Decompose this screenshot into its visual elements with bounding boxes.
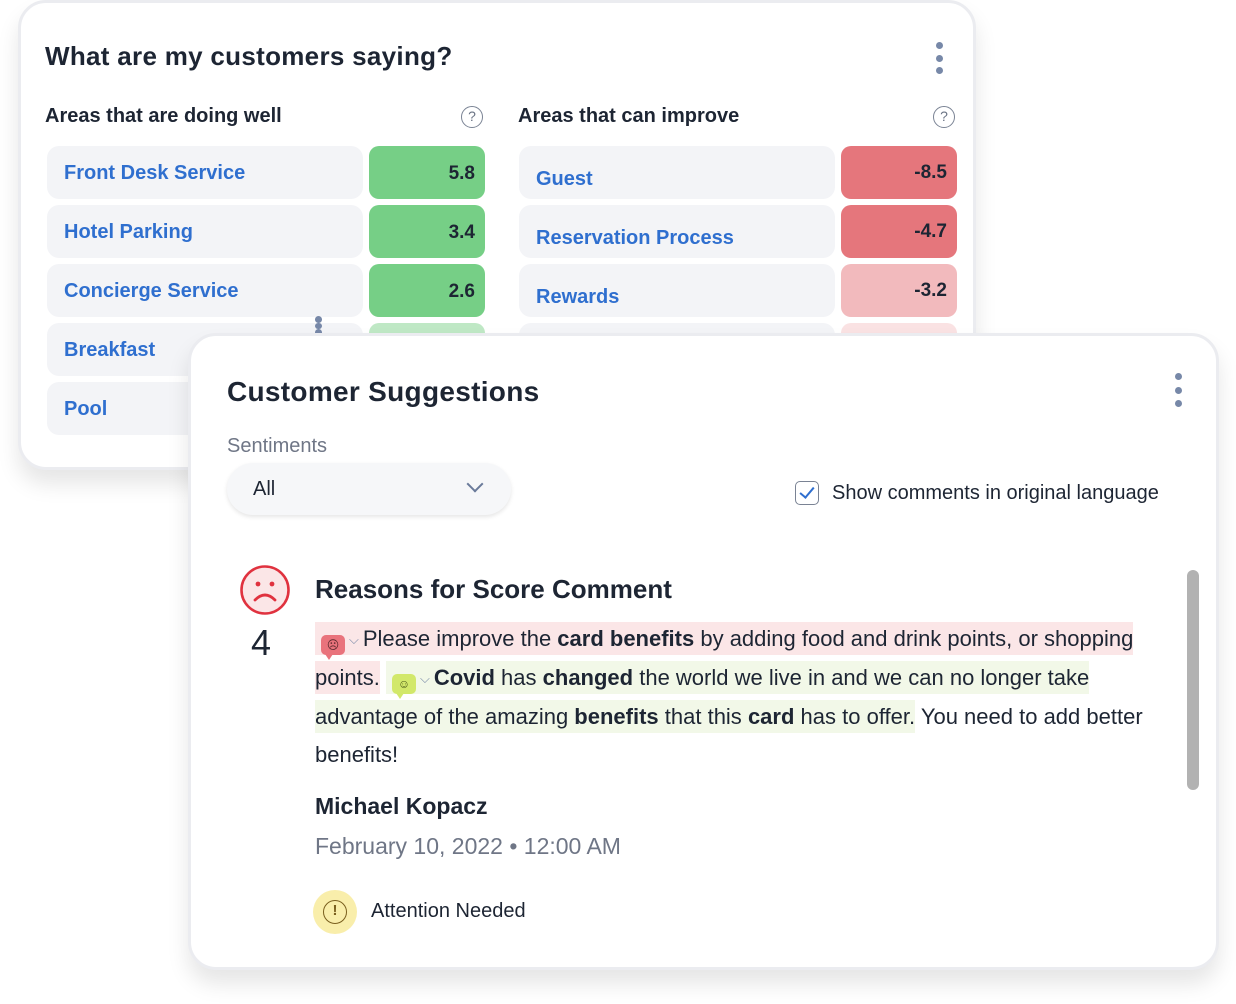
suggestions-title: Customer Suggestions (227, 376, 540, 407)
sentiments-dropdown[interactable]: All (227, 463, 511, 515)
list-item[interactable]: Concierge Service 2.6 (47, 264, 485, 317)
can-improve-help-icon[interactable]: ? (933, 106, 955, 128)
list-item[interactable]: Rewards -3.2 (519, 264, 957, 317)
attention-warning-icon: ! (313, 890, 357, 934)
list-item[interactable]: Reservation Process -4.7 (519, 205, 957, 258)
comment-date: February 10, 2022 • 12:00 AM (315, 833, 621, 859)
show-original-language-label: Show comments in original language (832, 481, 1159, 504)
insights-title: What are my customers saying? (45, 41, 453, 71)
scrollbar[interactable] (1187, 570, 1199, 790)
area-name[interactable]: Guest (536, 168, 593, 191)
chevron-down-icon (466, 475, 484, 493)
positive-sentiment-icon[interactable]: ☺ (391, 674, 416, 699)
area-name[interactable]: Breakfast (64, 339, 155, 362)
suggestions-card: Customer Suggestions Sentiments All Show… (188, 333, 1219, 970)
area-name[interactable]: Reservation Process (536, 227, 734, 250)
list-item[interactable]: Hotel Parking 3.4 (47, 205, 485, 258)
sad-face-icon (240, 565, 290, 615)
comment-title: Reasons for Score Comment (315, 574, 672, 604)
area-score: 2.6 (369, 264, 485, 317)
comment-score: 4 (251, 622, 272, 663)
area-name[interactable]: Pool (64, 398, 107, 421)
doing-well-help-icon[interactable]: ? (461, 106, 483, 128)
suggestions-more-menu-icon[interactable] (1168, 373, 1188, 407)
sentiments-value: All (253, 478, 276, 500)
sentiments-label: Sentiments (227, 435, 328, 457)
can-improve-heading: Areas that can improve (518, 105, 740, 127)
list-item[interactable]: Guest -8.5 (519, 146, 957, 199)
chevron-down-icon[interactable]: ⌵ (349, 621, 359, 659)
checkbox-checked-icon[interactable] (795, 481, 819, 505)
comment-author: Michael Kopacz (315, 793, 488, 819)
status-badge: Attention Needed (371, 900, 526, 922)
area-name[interactable]: Hotel Parking (64, 221, 193, 244)
comment-text: ☹ ⌵ Please improve the card benefits by ad… (315, 620, 1155, 774)
area-name[interactable]: Rewards (536, 286, 619, 309)
doing-well-heading: Areas that are doing well (45, 105, 282, 127)
insights-more-menu-icon[interactable] (929, 42, 949, 74)
chevron-down-icon[interactable]: ⌵ (420, 660, 430, 698)
area-score: 3.4 (369, 205, 485, 258)
area-name[interactable]: Concierge Service (64, 280, 239, 303)
area-score: 5.8 (369, 146, 485, 199)
area-name[interactable]: Front Desk Service (64, 162, 245, 185)
negative-sentiment-icon[interactable]: ☹ (321, 635, 345, 660)
area-score: -8.5 (841, 146, 957, 199)
area-score: -4.7 (841, 205, 957, 258)
list-item[interactable]: Front Desk Service 5.8 (47, 146, 485, 199)
area-score: -3.2 (841, 264, 957, 317)
show-original-language-toggle[interactable]: Show comments in original language (795, 481, 1159, 505)
